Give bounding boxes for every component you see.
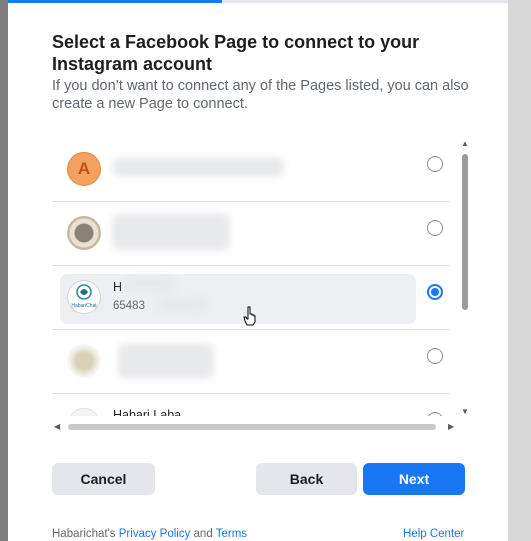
footer-and: and <box>190 528 216 540</box>
back-button[interactable]: Back <box>256 463 357 495</box>
footer-text: Habarichat's Privacy Policy and Terms <box>52 528 247 540</box>
habarichat-logo-avatar: HabariChat <box>67 280 101 314</box>
redacted-page-name <box>118 344 214 378</box>
svg-text:HabariChat: HabariChat <box>71 303 97 309</box>
page-row[interactable] <box>52 202 450 266</box>
redacted-page-name <box>124 276 174 290</box>
connect-page-dialog: Select a Facebook Page to connect to you… <box>8 0 508 541</box>
terms-link[interactable]: Terms <box>216 528 247 540</box>
redacted-page-id <box>158 298 206 312</box>
horizontal-scrollbar[interactable]: ◀ ▶ <box>52 420 462 434</box>
page-name: Habari Laba <box>113 408 182 416</box>
vertical-scrollbar[interactable]: ▲ ▼ <box>458 138 472 418</box>
footer-prefix: Habarichat's <box>52 528 119 540</box>
scroll-down-arrow-icon[interactable]: ▼ <box>461 408 469 416</box>
help-center-link[interactable]: Help Center <box>403 528 464 540</box>
page-row[interactable]: A <box>52 138 450 202</box>
redacted-page-name <box>112 158 284 176</box>
progress-fill <box>8 0 222 3</box>
page-radio[interactable] <box>427 348 443 364</box>
page-avatar <box>67 216 101 250</box>
hand-cursor-icon <box>243 306 256 326</box>
scroll-left-arrow-icon[interactable]: ◀ <box>54 422 60 432</box>
habarichat-logo-icon: HabariChat <box>71 284 97 309</box>
page-list: A HabariChat H 65483 Habari Laba ▲ ▼ ◀ ▶ <box>52 138 472 436</box>
horizontal-scroll-thumb[interactable] <box>68 424 436 430</box>
cancel-button[interactable]: Cancel <box>52 463 155 495</box>
privacy-policy-link[interactable]: Privacy Policy <box>119 528 191 540</box>
vertical-scroll-thumb[interactable] <box>462 154 468 310</box>
page-name: H <box>113 280 123 294</box>
page-radio[interactable] <box>427 220 443 236</box>
backdrop-right <box>508 0 531 541</box>
dialog-subtitle: If you don’t want to connect any of the … <box>52 78 469 112</box>
scroll-up-arrow-icon[interactable]: ▲ <box>461 140 469 148</box>
progress-bar <box>8 0 508 3</box>
page-avatar <box>67 344 101 378</box>
page-list-viewport: A HabariChat H 65483 Habari Laba <box>52 138 450 416</box>
dialog-title: Select a Facebook Page to connect to you… <box>52 32 420 74</box>
page-avatar <box>67 408 101 416</box>
redacted-page-name <box>112 214 230 250</box>
page-id: 65483 <box>113 300 145 312</box>
scroll-right-arrow-icon[interactable]: ▶ <box>448 422 454 432</box>
page-radio[interactable] <box>427 156 443 172</box>
next-button[interactable]: Next <box>363 463 465 495</box>
page-radio[interactable] <box>427 412 443 416</box>
backdrop <box>0 0 8 541</box>
page-row[interactable] <box>52 330 450 394</box>
page-row[interactable]: Habari Laba <box>52 394 450 416</box>
page-avatar: A <box>67 152 101 186</box>
page-radio-selected[interactable] <box>427 284 443 300</box>
